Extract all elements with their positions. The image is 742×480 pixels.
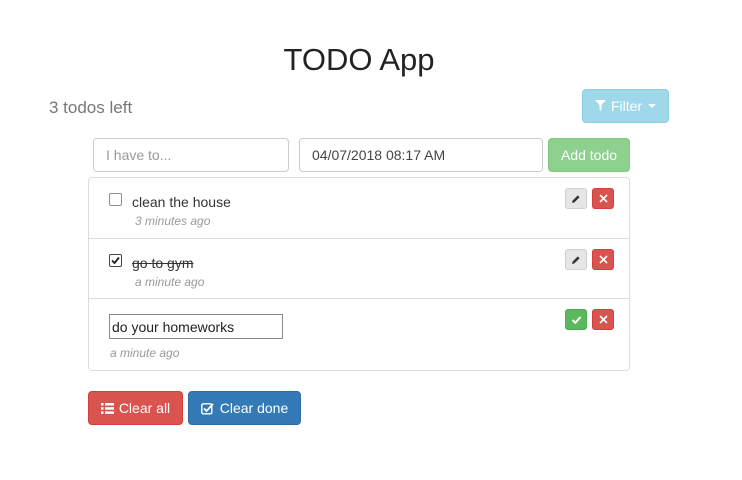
todo-list: clean the house 3 minutes ago go to gym … bbox=[88, 177, 630, 371]
edit-button[interactable] bbox=[565, 188, 587, 209]
list-icon bbox=[100, 402, 114, 414]
todo-timestamp: 3 minutes ago bbox=[135, 214, 211, 228]
filter-icon bbox=[594, 98, 606, 114]
save-button[interactable] bbox=[565, 309, 587, 330]
close-icon bbox=[598, 255, 608, 264]
close-icon bbox=[598, 315, 608, 324]
clear-done-label: Clear done bbox=[219, 400, 289, 416]
date-time-field[interactable]: 04/07/2018 08:17 AM bbox=[299, 138, 543, 172]
clear-all-button[interactable]: Clear all bbox=[88, 391, 183, 425]
delete-button[interactable] bbox=[592, 309, 614, 330]
todo-text: go to gym bbox=[132, 255, 194, 271]
checkmark-icon bbox=[571, 315, 581, 324]
todos-left-count: 3 todos left bbox=[49, 98, 133, 117]
new-todo-input[interactable] bbox=[93, 138, 289, 172]
pencil-icon bbox=[572, 255, 580, 264]
edit-button[interactable] bbox=[565, 249, 587, 270]
delete-button[interactable] bbox=[592, 249, 614, 270]
check-square-icon bbox=[200, 402, 214, 414]
filter-button[interactable]: Filter bbox=[582, 89, 669, 123]
pencil-icon bbox=[572, 194, 580, 203]
page-title: TODO App bbox=[283, 42, 435, 77]
clear-all-label: Clear all bbox=[118, 400, 171, 416]
clear-done-button[interactable]: Clear done bbox=[188, 391, 301, 425]
add-todo-button[interactable]: Add todo bbox=[548, 138, 630, 172]
todo-checkbox-checked[interactable] bbox=[109, 254, 122, 267]
delete-button[interactable] bbox=[592, 188, 614, 209]
checkmark-icon bbox=[111, 256, 120, 265]
todo-checkbox[interactable] bbox=[109, 193, 122, 206]
list-item: go to gym a minute ago bbox=[89, 238, 629, 298]
filter-label: Filter bbox=[610, 98, 643, 114]
list-item: do your homeworks a minute ago bbox=[89, 298, 629, 370]
caret-down-icon bbox=[648, 104, 657, 108]
close-icon bbox=[598, 194, 608, 203]
todo-text: clean the house bbox=[132, 194, 231, 210]
todo-timestamp: a minute ago bbox=[110, 346, 180, 360]
list-item: clean the house 3 minutes ago bbox=[89, 178, 629, 238]
todo-timestamp: a minute ago bbox=[135, 275, 205, 289]
edit-todo-input[interactable]: do your homeworks bbox=[109, 314, 283, 339]
